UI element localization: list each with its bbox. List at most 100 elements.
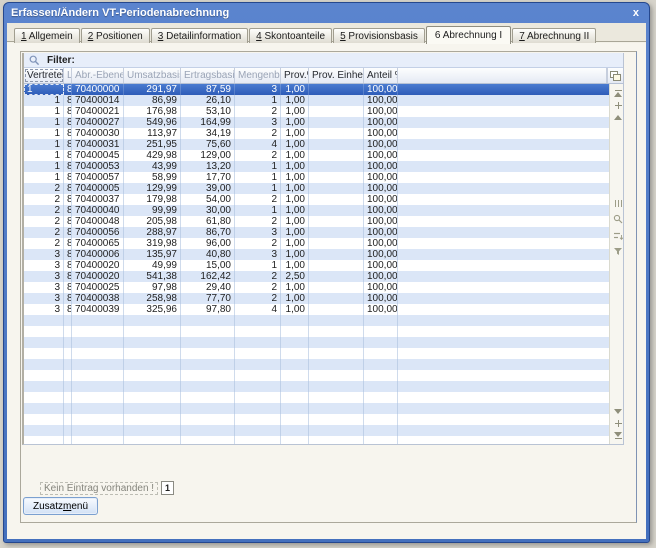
table-row[interactable]: 2870400056288,9786,7031,00100,00	[24, 227, 609, 238]
table-cell: 3	[24, 282, 64, 293]
table-cell-spacer	[398, 381, 609, 392]
table-row[interactable]: 3870400038258,9877,7021,00100,00	[24, 293, 609, 304]
column-header-abr-ebene[interactable]: Abr.-Ebene	[72, 68, 124, 83]
table-row-empty	[24, 392, 609, 403]
table-row-empty	[24, 403, 609, 414]
table-row[interactable]: 1870400030113,9734,1921,00100,00	[24, 128, 609, 139]
column-header-vertreter-nr[interactable]: Vertreter-Nr.	[24, 68, 64, 83]
search-icon[interactable]	[29, 55, 40, 66]
column-header-l[interactable]: L	[64, 68, 72, 83]
table-cell: 3	[24, 249, 64, 260]
column-header-prov[interactable]: Prov.%	[281, 68, 309, 83]
table-cell: 8	[64, 260, 72, 271]
table-row[interactable]: 3870400039325,9697,8041,00100,00	[24, 304, 609, 315]
table-cell	[309, 392, 364, 403]
zusatzmenu-button[interactable]: Zusatzmenü	[23, 497, 98, 515]
table-row[interactable]: 387040002597,9829,4021,00100,00	[24, 282, 609, 293]
table-body: 1870400000291,9787,5931,00100,0018704000…	[24, 84, 623, 444]
table-cell	[181, 359, 235, 370]
tab-7-abrechnung-ii[interactable]: 7 Abrechnung II	[512, 28, 596, 44]
tab-5-provisionsbasis[interactable]: 5 Provisionsbasis	[333, 28, 425, 44]
scroll-to-top-icon[interactable]	[610, 87, 623, 99]
table-row[interactable]: 2870400005129,9939,0011,00100,00	[24, 183, 609, 194]
table-cell: 70400045	[72, 150, 124, 161]
status-text: Kein Eintrag vorhanden !	[40, 482, 158, 495]
scroll-up-icon[interactable]	[610, 111, 623, 123]
table-cell: 162,42	[181, 271, 235, 282]
tab-1-allgemein[interactable]: 1 Allgemein	[14, 28, 80, 44]
table-cell	[364, 370, 398, 381]
table-cell: 70400065	[72, 238, 124, 249]
table-cell: 1,00	[281, 161, 309, 172]
table-cell: 1,00	[281, 205, 309, 216]
scroll-down-icon[interactable]	[614, 406, 622, 418]
tab-6-abrechnung-i[interactable]: 6 Abrechnung I	[426, 26, 511, 44]
table-cell: 8	[64, 183, 72, 194]
table-row[interactable]: 2870400037179,9854,0021,00100,00	[24, 194, 609, 205]
scroll-to-bottom-icon[interactable]	[614, 430, 622, 442]
table-cell: 541,38	[124, 271, 181, 282]
table-row[interactable]: 1870400027549,96164,9931,00100,00	[24, 117, 609, 128]
table-cell: 2	[235, 271, 281, 282]
table-cell: 2	[24, 194, 64, 205]
table-cell	[124, 425, 181, 436]
table-cell	[64, 326, 72, 337]
column-header-mengenbasis[interactable]: Mengenbasis	[235, 68, 281, 83]
filter-funnel-icon[interactable]	[613, 245, 623, 257]
filter-label: Filter:	[47, 55, 75, 66]
table-row[interactable]: 1870400045429,98129,0021,00100,00	[24, 150, 609, 161]
table-cell: 1	[24, 117, 64, 128]
table-cell: 100,00	[364, 293, 398, 304]
table-cell: 3	[24, 271, 64, 282]
table-cell: 54,00	[181, 194, 235, 205]
table-cell	[309, 172, 364, 183]
column-header-anteil[interactable]: Anteil %	[364, 68, 398, 83]
table-row[interactable]: 1870400000291,9787,5931,00100,00	[24, 84, 609, 95]
table-row[interactable]: 3870400006135,9740,8031,00100,00	[24, 249, 609, 260]
page-down-icon[interactable]	[614, 418, 622, 430]
column-header-umsatzbasis-eur[interactable]: Umsatzbasis EUR	[124, 68, 181, 83]
table-row[interactable]: 1870400031251,9575,6041,00100,00	[24, 139, 609, 150]
table-row[interactable]: 2870400065319,9896,0021,00100,00	[24, 238, 609, 249]
table-cell: 100,00	[364, 128, 398, 139]
zoom-icon[interactable]	[613, 213, 623, 225]
table-cell	[24, 436, 64, 444]
page-up-icon[interactable]	[610, 99, 623, 111]
close-icon[interactable]: x	[631, 7, 641, 19]
table-row[interactable]: 387040002049,9915,0011,00100,00	[24, 260, 609, 271]
table-cell	[364, 414, 398, 425]
table-cell: 1,00	[281, 172, 309, 183]
column-chooser-icon[interactable]	[607, 68, 623, 83]
table-cell: 70400038	[72, 293, 124, 304]
table-row[interactable]: 1870400021176,9853,1021,00100,00	[24, 106, 609, 117]
table-cell: 2	[24, 216, 64, 227]
table-row[interactable]: 187040005758,9917,7011,00100,00	[24, 172, 609, 183]
column-header-prov-einheiten[interactable]: Prov. Einheiten	[309, 68, 364, 83]
table-row[interactable]: 187040005343,9913,2011,00100,00	[24, 161, 609, 172]
table-cell: 70400056	[72, 227, 124, 238]
table-cell: 100,00	[364, 194, 398, 205]
table-cell: 1	[235, 183, 281, 194]
column-header-ertragsbasis-eur[interactable]: Ertragsbasis EUR	[181, 68, 235, 83]
table-cell: 61,80	[181, 216, 235, 227]
table-cell: 70400020	[72, 271, 124, 282]
grid-tool-strip	[609, 84, 623, 444]
table-cell: 1,00	[281, 304, 309, 315]
tab-2-positionen[interactable]: 2 Positionen	[81, 28, 150, 44]
table-row[interactable]: 3870400020541,38162,4222,50100,00	[24, 271, 609, 282]
sort-icon[interactable]	[613, 229, 623, 241]
table-row[interactable]: 287040004099,9930,0011,00100,00	[24, 205, 609, 216]
table-cell: 100,00	[364, 139, 398, 150]
table-cell: 58,99	[124, 172, 181, 183]
table-cell	[124, 359, 181, 370]
table-cell-spacer	[398, 194, 609, 205]
columns-icon[interactable]	[613, 197, 623, 209]
table-row[interactable]: 187040001486,9926,1011,00100,00	[24, 95, 609, 106]
table-cell: 100,00	[364, 227, 398, 238]
table-cell: 26,10	[181, 95, 235, 106]
tab-4-skontoanteile[interactable]: 4 Skontoanteile	[249, 28, 332, 44]
table-cell	[72, 337, 124, 348]
table-row[interactable]: 2870400048205,9861,8021,00100,00	[24, 216, 609, 227]
tab-3-detailinformation[interactable]: 3 Detailinformation	[151, 28, 248, 44]
table-cell	[309, 414, 364, 425]
